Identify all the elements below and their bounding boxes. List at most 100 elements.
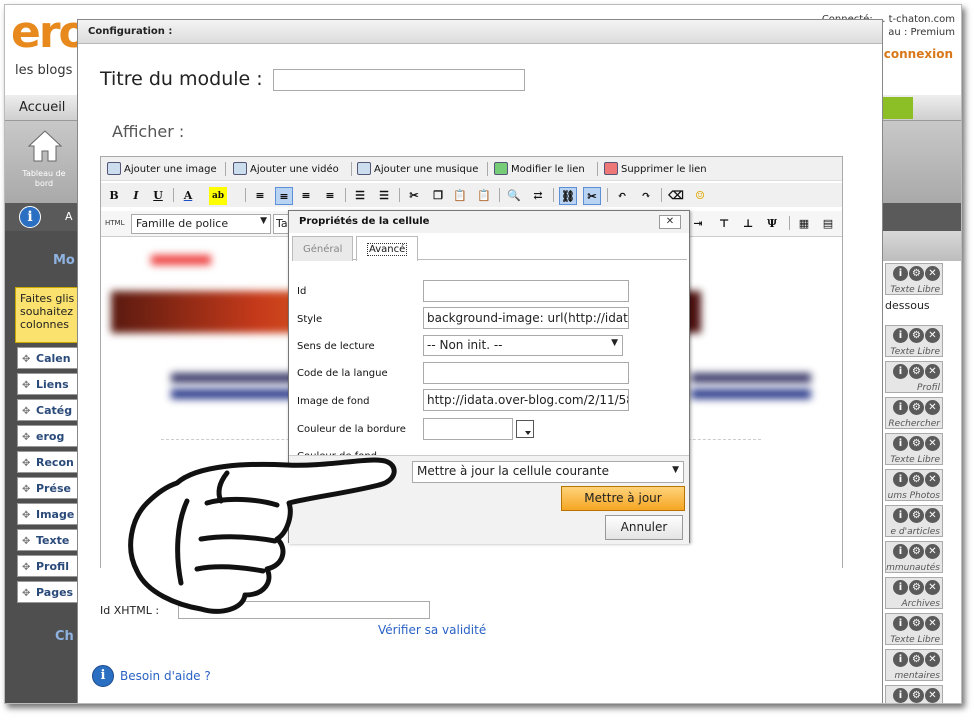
info-icon[interactable]: i: [893, 400, 908, 415]
widget-box[interactable]: i ⚙ ✕: [885, 685, 943, 703]
italic-icon[interactable]: I: [127, 187, 145, 205]
bullet-list-icon[interactable]: ☰: [351, 187, 369, 205]
module-item[interactable]: ✥ erog: [17, 425, 79, 447]
justify-icon[interactable]: ≡: [251, 187, 269, 205]
font-color-icon[interactable]: A: [179, 187, 197, 205]
info-icon[interactable]: i: [893, 364, 908, 379]
table-icon[interactable]: ▦: [795, 215, 813, 233]
widget-box[interactable]: i ⚙ ✕ ums Photos: [885, 469, 943, 501]
settings-icon[interactable]: ⚙: [909, 688, 924, 703]
nav-accueil[interactable]: Accueil: [19, 100, 65, 115]
module-item[interactable]: ✥ Prése: [17, 477, 79, 499]
language-input[interactable]: [423, 362, 629, 384]
find-icon[interactable]: 🔍: [505, 187, 523, 205]
info-icon[interactable]: i: [19, 206, 41, 228]
module-item[interactable]: ✥ Pages: [17, 581, 79, 603]
widget-box[interactable]: i ⚙ ✕ Archives: [885, 577, 943, 609]
settings-icon[interactable]: ⚙: [909, 472, 924, 487]
merge-cells-icon[interactable]: ⊤: [715, 215, 733, 233]
close-icon[interactable]: ✕: [925, 652, 940, 667]
align-left-icon[interactable]: ≡: [275, 187, 293, 205]
verify-validity-link[interactable]: Vérifier sa validité: [378, 623, 486, 637]
insert-row-icon[interactable]: ⇥: [689, 215, 707, 233]
split-cells-icon[interactable]: ⊥: [739, 215, 757, 233]
close-icon[interactable]: ✕: [925, 436, 940, 451]
settings-icon[interactable]: ⚙: [909, 328, 924, 343]
table-props-icon[interactable]: Ψ: [763, 215, 781, 233]
tab-general[interactable]: Général: [292, 236, 354, 261]
info-icon[interactable]: i: [893, 544, 908, 559]
info-icon[interactable]: i: [893, 328, 908, 343]
close-icon[interactable]: ✕: [925, 328, 940, 343]
redo-icon[interactable]: ↷: [637, 187, 655, 205]
widget-box[interactable]: i ⚙ ✕ mmunautés: [885, 541, 943, 573]
link-icon[interactable]: ⛓: [559, 187, 577, 205]
remove-link-button[interactable]: Supprimer le lien: [604, 162, 707, 175]
home-icon[interactable]: [27, 129, 63, 163]
edit-link-button[interactable]: Modifier le lien: [494, 162, 585, 175]
info-icon[interactable]: i: [893, 688, 908, 703]
dashboard-label[interactable]: Tableau de bord: [13, 169, 75, 189]
close-icon[interactable]: ✕: [925, 508, 940, 523]
background-image-input[interactable]: http://idata.over-blog.com/2/11/58/9: [423, 389, 629, 411]
info-icon[interactable]: i: [893, 266, 908, 281]
insert-video-button[interactable]: Ajouter une vidéo: [233, 162, 339, 175]
settings-icon[interactable]: ⚙: [909, 652, 924, 667]
module-item[interactable]: ✥ Recon: [17, 451, 79, 473]
module-item[interactable]: ✥ Catég: [17, 399, 79, 421]
smiley-icon[interactable]: ☺: [691, 187, 709, 205]
settings-icon[interactable]: ⚙: [909, 436, 924, 451]
widget-box[interactable]: i ⚙ ✕ Texte Libre: [885, 433, 943, 465]
module-item[interactable]: ✥ Image: [17, 503, 79, 525]
copy-icon[interactable]: ❐: [429, 187, 447, 205]
html-source-button[interactable]: HTML: [105, 219, 124, 227]
settings-icon[interactable]: ⚙: [909, 400, 924, 415]
close-icon[interactable]: ✕: [925, 544, 940, 559]
unlink-icon[interactable]: ✂: [583, 187, 601, 205]
info-icon[interactable]: i: [893, 580, 908, 595]
info-icon[interactable]: i: [893, 472, 908, 487]
close-icon[interactable]: ✕: [925, 688, 940, 703]
cancel-button[interactable]: Annuler: [605, 515, 683, 540]
module-item[interactable]: ✥ Calen: [17, 347, 79, 369]
direction-select[interactable]: -- Non init. -- ▼: [423, 335, 623, 356]
module-item[interactable]: ✥ Profil: [17, 555, 79, 577]
settings-icon[interactable]: ⚙: [909, 580, 924, 595]
update-button[interactable]: Mettre à jour: [561, 486, 685, 511]
underline-icon[interactable]: U: [149, 187, 167, 205]
tab-advanced[interactable]: Avancé: [356, 236, 419, 261]
widget-box[interactable]: i ⚙ ✕ Texte Libre: [885, 613, 943, 645]
close-icon[interactable]: ✕: [925, 616, 940, 631]
align-center-icon[interactable]: ≡: [297, 187, 315, 205]
settings-icon[interactable]: ⚙: [909, 544, 924, 559]
id-input[interactable]: [423, 280, 629, 302]
eraser-icon[interactable]: ⌫: [667, 187, 685, 205]
close-icon[interactable]: ✕: [925, 400, 940, 415]
widget-box[interactable]: i ⚙ ✕ Texte Libre: [885, 263, 943, 295]
module-item[interactable]: ✥ Texte: [17, 529, 79, 551]
info-icon[interactable]: i: [893, 508, 908, 523]
info-icon[interactable]: i: [893, 436, 908, 451]
help-icon[interactable]: i: [92, 665, 114, 687]
undo-icon[interactable]: ↶: [613, 187, 631, 205]
close-icon[interactable]: ✕: [925, 266, 940, 281]
settings-icon[interactable]: ⚙: [909, 616, 924, 631]
table-grid-icon[interactable]: ▤: [819, 215, 837, 233]
widget-box[interactable]: i ⚙ ✕ mentaires: [885, 649, 943, 681]
bold-icon[interactable]: B: [105, 187, 123, 205]
numbered-list-icon[interactable]: ☰: [375, 187, 393, 205]
module-title-input[interactable]: [273, 69, 525, 91]
widget-box[interactable]: i ⚙ ✕ Rechercher: [885, 397, 943, 429]
close-icon[interactable]: ✕: [925, 364, 940, 379]
settings-icon[interactable]: ⚙: [909, 266, 924, 281]
paste-icon[interactable]: 📋: [451, 187, 469, 205]
cut-icon[interactable]: ✂: [405, 187, 423, 205]
module-item[interactable]: ✥ Liens: [17, 373, 79, 395]
close-icon[interactable]: ✕: [925, 472, 940, 487]
align-right-icon[interactable]: ≡: [321, 187, 339, 205]
insert-music-button[interactable]: Ajouter une musique: [357, 162, 478, 175]
logout-link[interactable]: connexion: [884, 47, 953, 61]
settings-icon[interactable]: ⚙: [909, 364, 924, 379]
settings-icon[interactable]: ⚙: [909, 508, 924, 523]
info-icon[interactable]: i: [893, 616, 908, 631]
